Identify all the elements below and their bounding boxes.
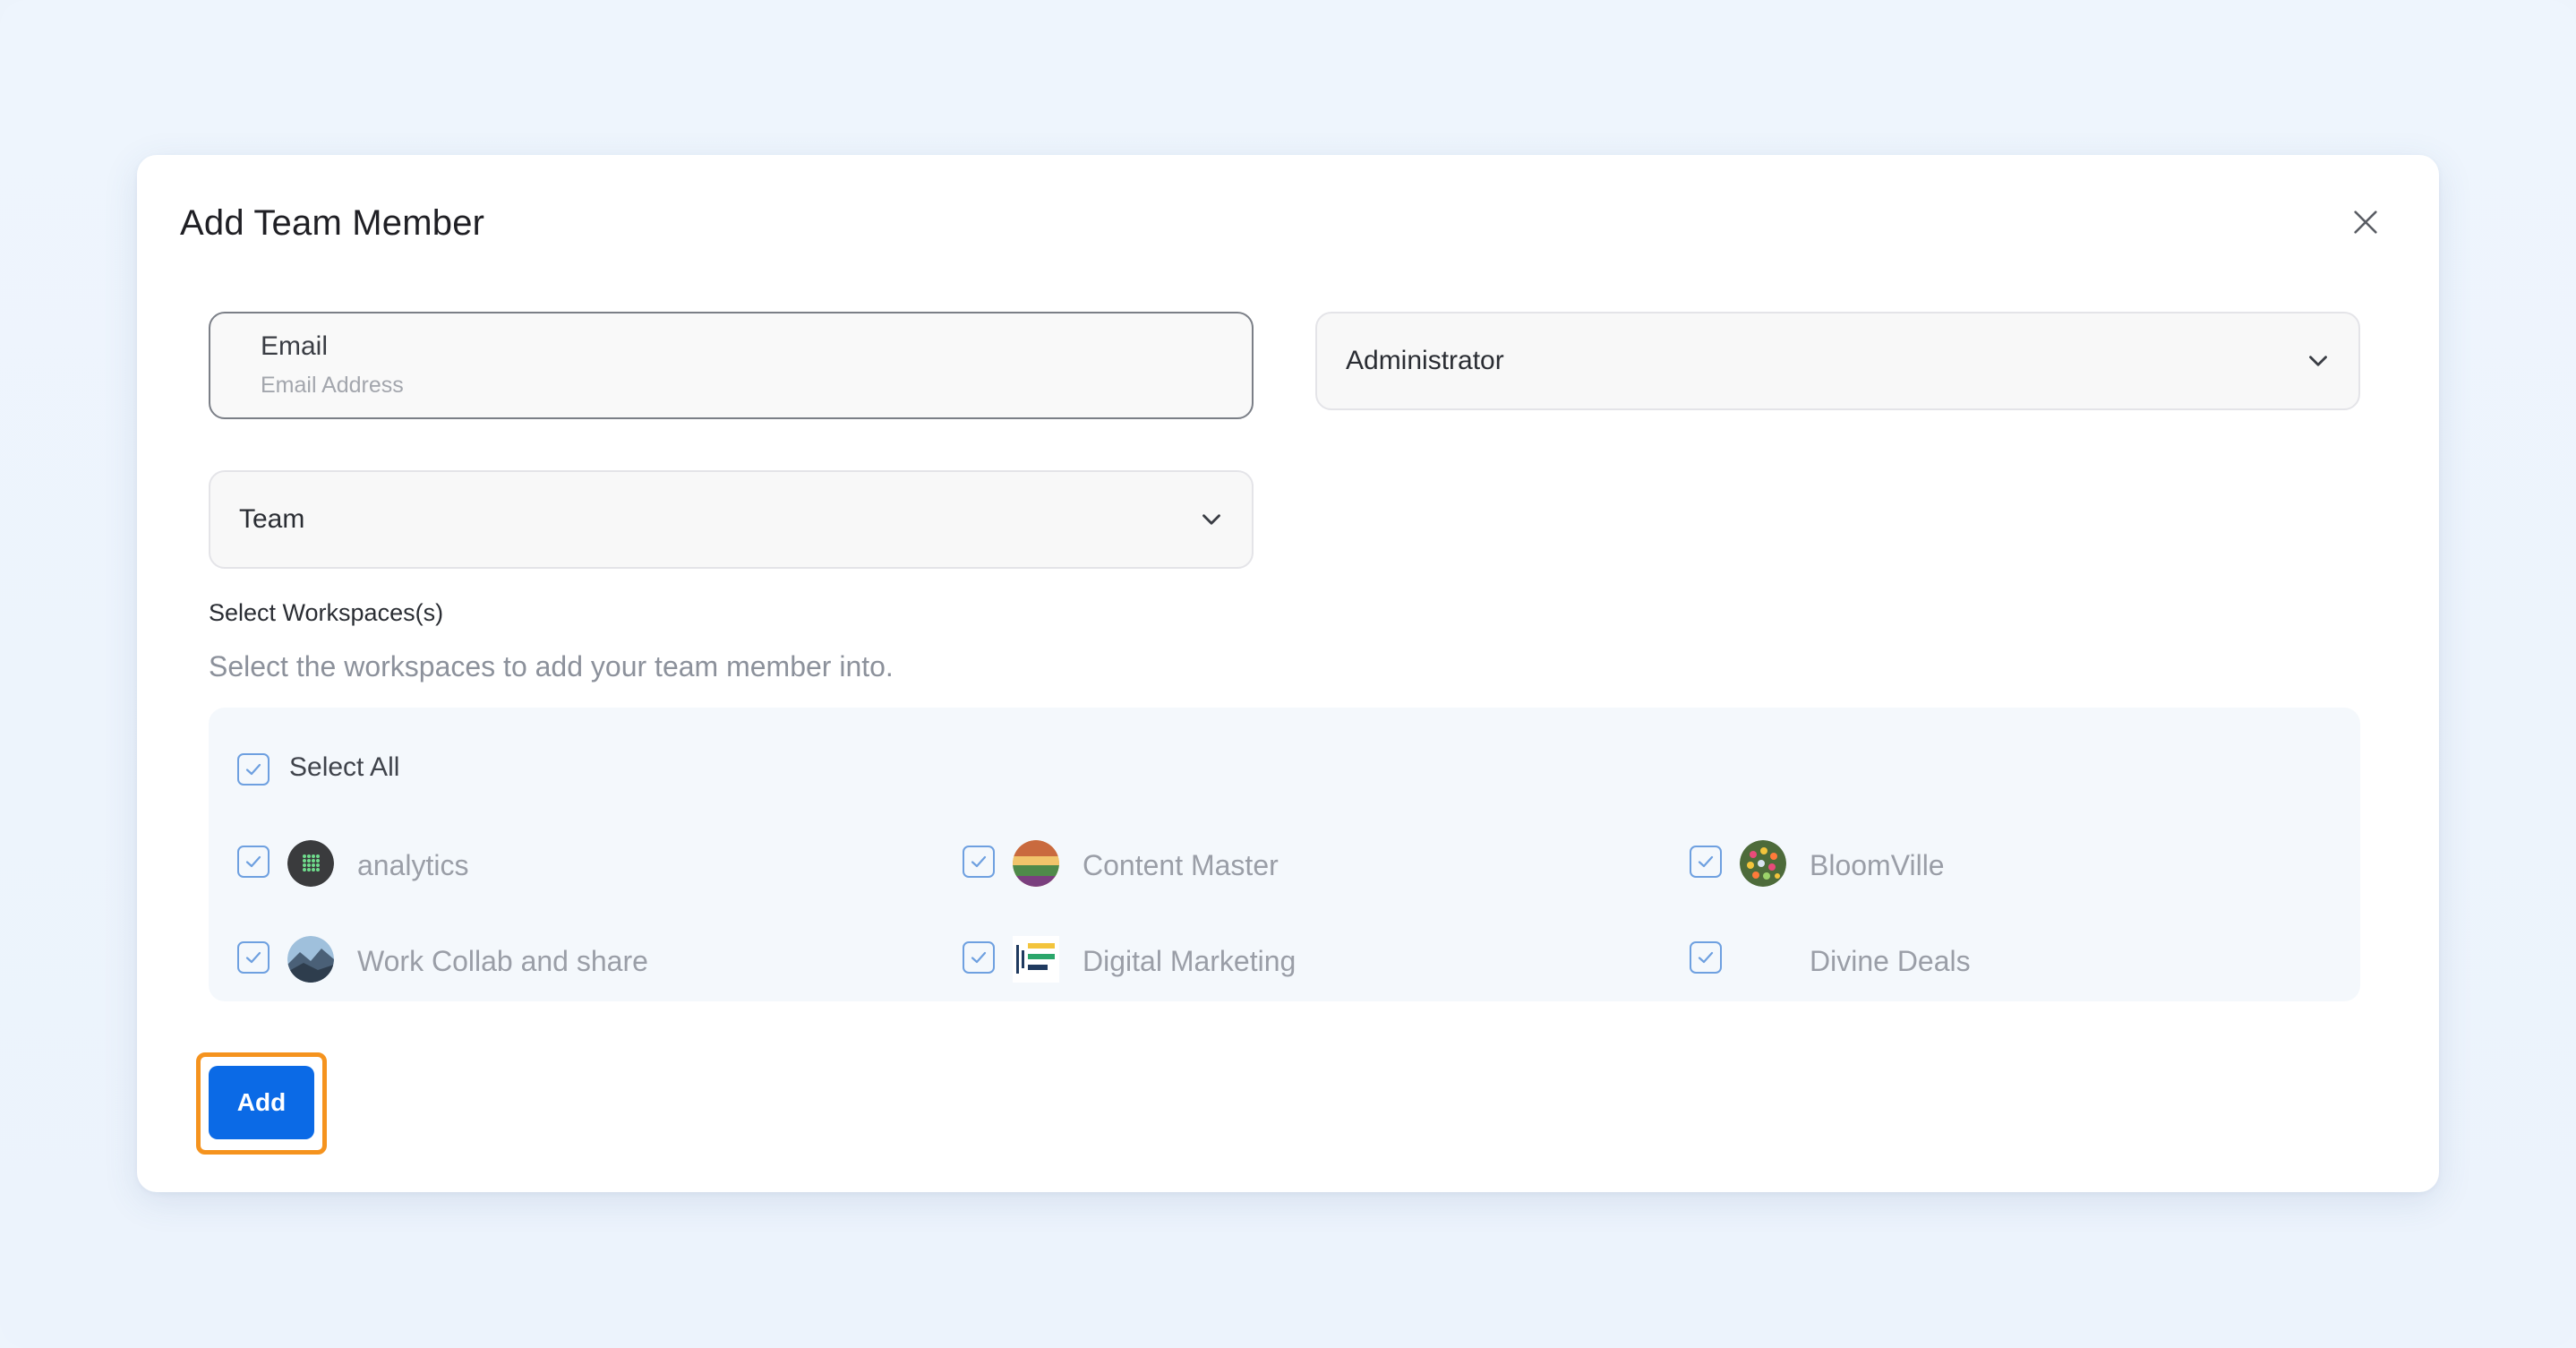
workspace-list: Select All analytics Content Master Bloo… (209, 708, 2360, 1001)
workspace-name: Digital Marketing (1083, 945, 1297, 977)
email-input[interactable] (261, 373, 1156, 399)
close-icon (2354, 210, 2377, 234)
workspace-name: BloomVille (1810, 849, 1945, 881)
bloomville-avatar-icon (1740, 840, 1786, 887)
email-field[interactable]: Email (209, 312, 1254, 419)
workspace-item[interactable]: Divine Deals (1690, 936, 2316, 986)
email-label: Email (261, 331, 329, 361)
content-master-avatar-icon (1013, 840, 1059, 887)
workspace-checkbox[interactable] (237, 846, 270, 878)
select-all-label: Select All (289, 752, 400, 782)
select-all-checkbox[interactable] (237, 753, 270, 786)
workspace-checkbox[interactable] (963, 941, 995, 974)
team-select-value: Team (239, 504, 305, 534)
page-background: Add Team Member Email Administrator Team… (0, 0, 2576, 1348)
checkmark-icon (971, 951, 987, 964)
role-select-value: Administrator (1346, 346, 1504, 375)
workspace-item[interactable]: Content Master (963, 840, 1589, 890)
add-button[interactable]: Add (209, 1066, 314, 1139)
workspaces-label: Select Workspaces(s) (209, 599, 444, 626)
workspace-name: Content Master (1083, 849, 1279, 881)
workspace-name: analytics (357, 849, 469, 881)
workspace-item[interactable]: Digital Marketing (963, 936, 1589, 986)
team-select[interactable]: Team (209, 470, 1254, 569)
workspace-item[interactable]: analytics (237, 840, 864, 890)
workspaces-description: Select the workspaces to add your team m… (209, 650, 894, 683)
workspace-item[interactable]: Work Collab and share (237, 936, 864, 986)
checkmark-icon (971, 855, 987, 868)
chevron-down-icon (2309, 356, 2327, 366)
checkmark-icon (245, 763, 261, 776)
analytics-avatar-icon (287, 840, 334, 887)
checkmark-icon (245, 855, 261, 868)
workspace-item[interactable]: BloomVille (1690, 840, 2316, 890)
workspace-checkbox[interactable] (963, 846, 995, 878)
workspace-name: Work Collab and share (357, 945, 648, 977)
workspace-checkbox[interactable] (237, 941, 270, 974)
workspace-checkbox[interactable] (1690, 941, 1722, 974)
add-team-member-modal: Add Team Member Email Administrator Team… (137, 155, 2439, 1192)
checkmark-icon (1698, 855, 1714, 868)
digital-marketing-avatar-icon (1013, 936, 1059, 983)
workspace-name: Divine Deals (1810, 945, 1971, 977)
close-button[interactable] (2343, 200, 2388, 245)
chevron-down-icon (1202, 514, 1220, 525)
workspace-checkbox[interactable] (1690, 846, 1722, 878)
checkmark-icon (245, 951, 261, 964)
work-collab-avatar-icon (287, 936, 334, 983)
modal-title: Add Team Member (180, 203, 485, 243)
checkmark-icon (1698, 951, 1714, 964)
role-select[interactable]: Administrator (1315, 312, 2360, 410)
